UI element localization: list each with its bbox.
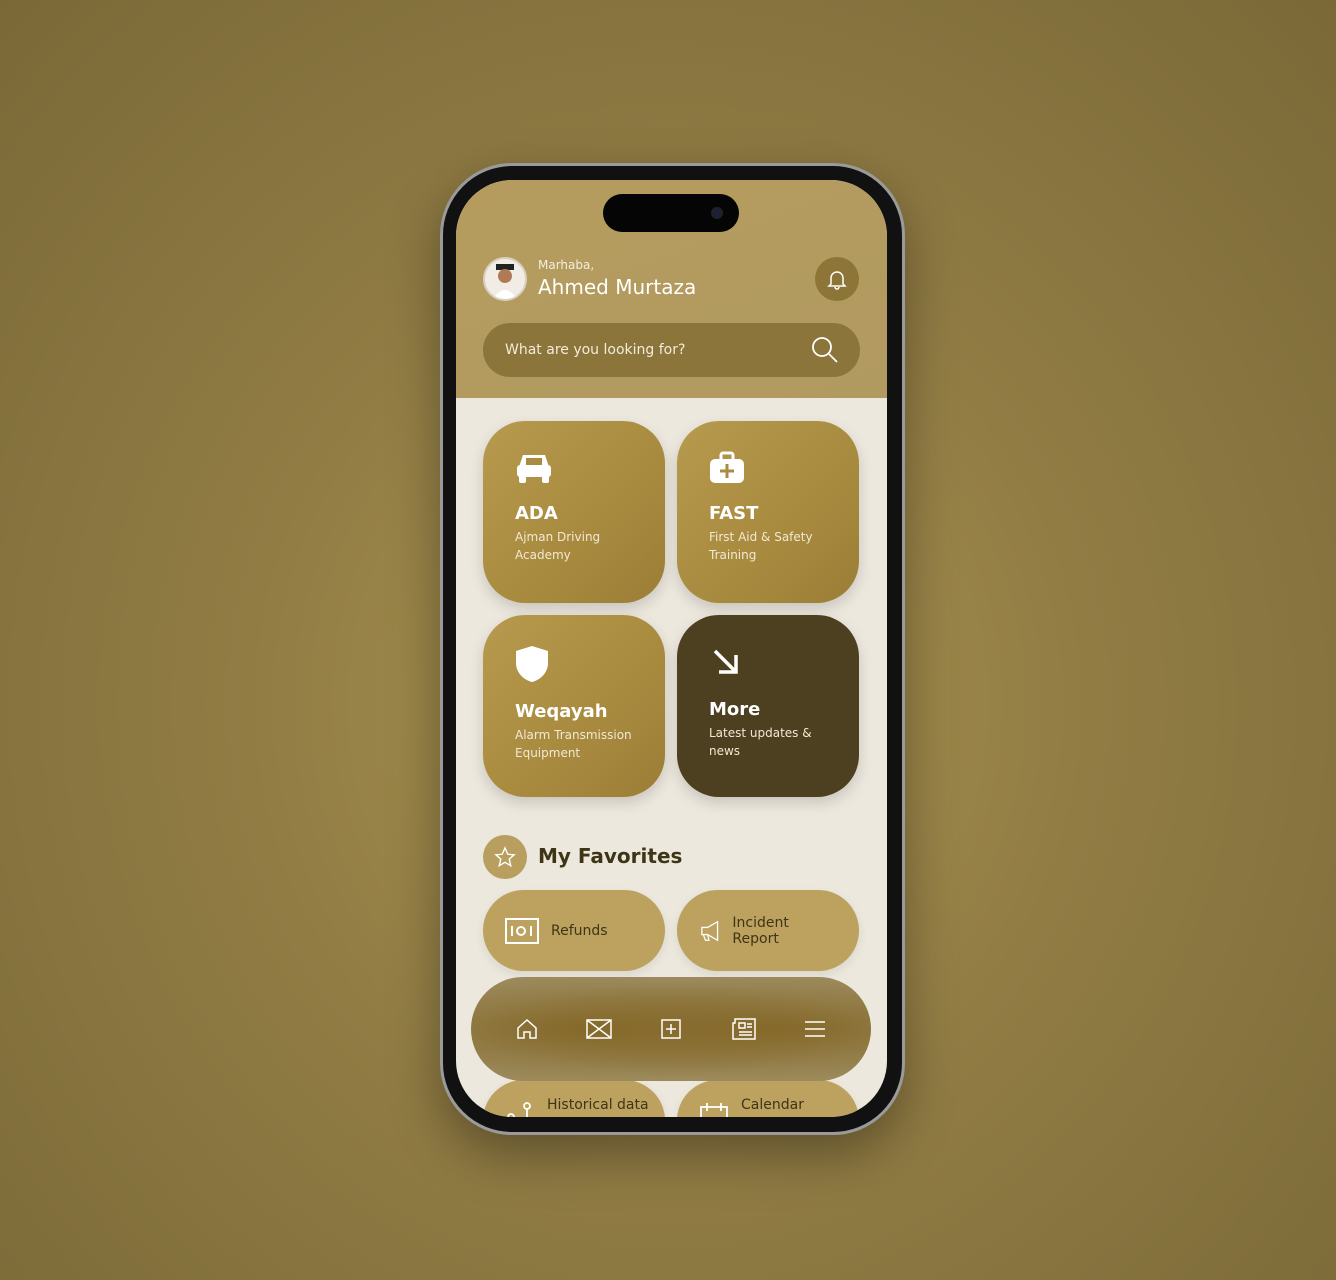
tile-title: FAST [709,503,759,524]
service-tile-weqayah[interactable]: Weqayah Alarm Transmission Equipment [483,615,665,797]
favorite-calendar[interactable]: Calendar [677,1080,859,1117]
tile-subtitle: Latest updates & news [709,726,812,758]
search-icon[interactable] [810,335,840,365]
service-tile-fast[interactable]: FAST First Aid & Safety Training [677,421,859,603]
tile-subtitle: Alarm Transmission Equipment [515,728,632,760]
favorite-historical-data[interactable]: Historical data [483,1080,665,1117]
favorite-refunds[interactable]: Refunds [483,890,665,971]
nav-home[interactable] [513,1015,541,1043]
calendar-icon [700,1103,728,1117]
favorites-icon-badge [483,835,527,879]
menu-icon [805,1021,825,1037]
megaphone-icon [701,920,719,941]
bottom-nav [471,977,871,1081]
service-tile-ada[interactable]: ADA Ajman Driving Academy [483,421,665,603]
nav-menu[interactable] [801,1015,829,1043]
search-input[interactable]: What are you looking for? [505,342,685,358]
tile-subtitle: Ajman Driving Academy [515,530,601,562]
search-bar[interactable]: What are you looking for? [483,323,860,377]
first-aid-kit-icon [710,451,744,483]
phone-screen: Marhaba, Ahmed Murtaza What are you look… [456,180,887,1117]
notifications-button[interactable] [815,257,859,301]
favorite-label: Refunds [551,922,608,939]
tile-title: ADA [515,503,558,524]
nav-news[interactable] [729,1015,757,1043]
mail-icon [586,1019,612,1039]
plus-square-icon [661,1019,681,1039]
arrow-down-right-icon [713,649,738,674]
bell-icon [827,271,847,290]
star-icon [494,846,516,868]
favorites-title: My Favorites [538,844,683,868]
favorite-label: Calendar [741,1097,804,1113]
money-icon [505,917,539,944]
newspaper-icon [732,1018,756,1040]
car-icon [517,455,551,483]
home-icon [517,1018,537,1039]
favorite-label: Incident Report [732,914,789,947]
tile-title: More [709,699,761,720]
service-tile-more[interactable]: More Latest updates & news [677,615,859,797]
route-icon [507,1102,531,1117]
user-name: Ahmed Murtaza [538,275,697,299]
camera [711,207,723,219]
nav-messages[interactable] [585,1015,613,1043]
avatar[interactable] [483,257,527,301]
favorite-incident-report[interactable]: Incident Report [677,890,859,971]
favorite-label: Historical data [547,1097,649,1113]
tile-subtitle: First Aid & Safety Training [709,530,813,562]
tile-title: Weqayah [515,701,608,722]
shield-icon [516,646,548,682]
greeting: Marhaba, [538,258,595,272]
nav-add[interactable] [657,1015,685,1043]
